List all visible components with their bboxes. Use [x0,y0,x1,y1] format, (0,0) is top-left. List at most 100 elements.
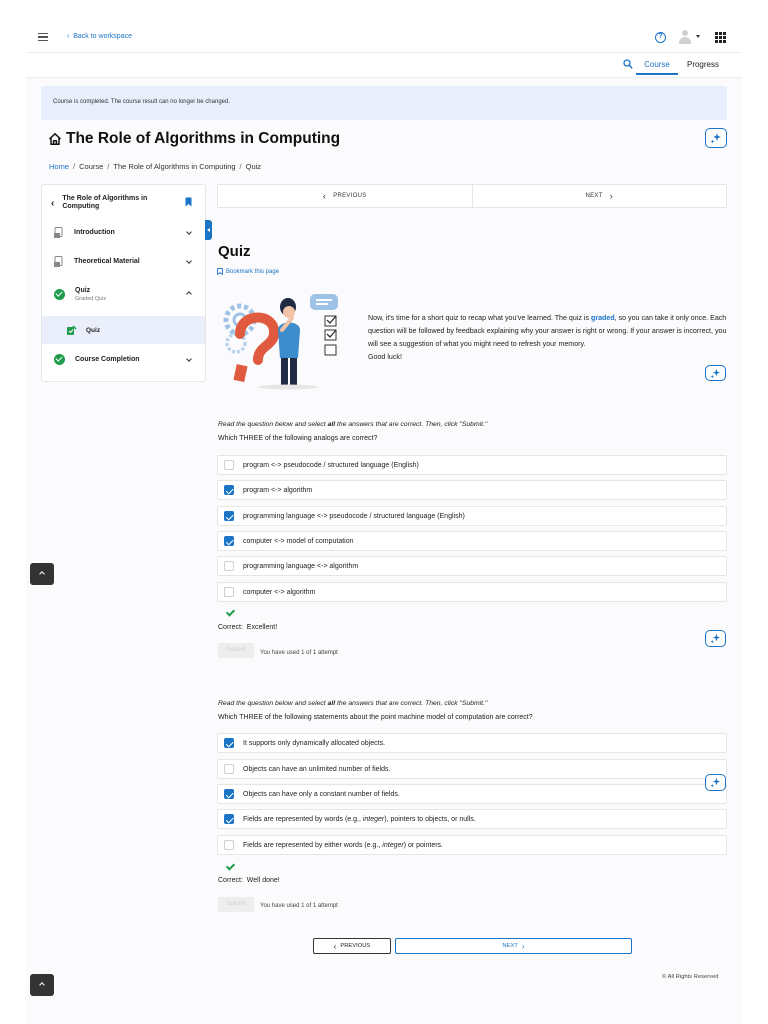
option-label: Fields are represented by words (e.g., i… [243,816,476,823]
tab-progress[interactable]: Progress [682,55,724,75]
sidebar-item-theoretical-material[interactable]: Theoretical Material [42,254,205,268]
menu-icon[interactable] [38,33,48,41]
question-1-feedback: Correct: Excellent! [218,624,277,631]
ai-assistant-button[interactable] [705,630,726,647]
checkbox[interactable] [224,764,234,774]
option-label-emphasis: integer [362,815,385,823]
bottom-next-button[interactable]: NEXT › [395,938,632,954]
sidebar-item-sublabel: Graded Quiz [75,295,107,302]
apps-grid-icon[interactable] [715,32,726,43]
scroll-to-top-button[interactable] [30,974,54,996]
option-label: Objects can have an unlimited number of … [243,765,391,773]
breadcrumb-separator: / [73,162,76,171]
ai-assistant-button[interactable] [705,774,726,791]
question-1-option[interactable]: programming language <-> pseudocode / st… [217,506,727,526]
user-avatar-icon[interactable] [678,30,692,44]
question-2-text: Which THREE of the following statements … [218,714,533,721]
sidebar-item-quiz[interactable]: Quiz Graded Quiz [42,283,205,305]
feedback-prefix: Correct: [218,624,243,631]
sidebar-item-label: Theoretical Material [74,257,140,265]
quiz-illustration [223,294,338,390]
sidebar-collapse-handle[interactable] [205,220,212,240]
checkbox-checked[interactable] [224,485,234,495]
bookmark-icon[interactable] [185,197,192,207]
checkbox[interactable] [224,587,234,597]
back-to-workspace-link[interactable]: ‹ Back to workspace [67,33,132,40]
tab-course[interactable]: Course [636,55,678,75]
question-1-option[interactable]: computer <-> algorithm [217,582,727,602]
option-label: computer <-> model of computation [243,537,354,545]
question-2-option[interactable]: Objects can have only a constant number … [217,784,727,804]
sidebar-item-course-completion[interactable]: Course Completion [42,352,205,366]
bookmark-page-link[interactable]: Bookmark this page [217,268,279,275]
checkbox[interactable] [224,561,234,571]
sidebar-header-title: The Role of Algorithms in Computing [62,195,148,210]
option-label-part: ) or pointers. [403,841,443,849]
checkbox-checked[interactable] [224,511,234,521]
sidebar-item-introduction[interactable]: Introduction [42,225,205,239]
option-label: program <-> pseudocode / structured lang… [243,461,419,469]
divider [26,52,742,53]
next-unit-button[interactable]: NEXT › [473,185,727,207]
footer-text: All Rights Reserved [667,974,719,980]
option-label: programming language <-> pseudocode / st… [243,512,465,520]
sidebar-subitem-quiz[interactable]: Quiz [42,316,205,344]
option-label-part: Fields are represented by either words (… [243,841,383,849]
question-1-instruction: Read the question below and select all t… [218,421,487,428]
caret-down-icon[interactable] [696,35,700,38]
chevron-right-icon: › [609,191,613,201]
chevron-left-icon: ‹ [67,33,70,40]
instruction-text: Read the question below and select [218,421,328,428]
question-1-submit-button[interactable]: Submit [218,643,254,658]
previous-unit-button[interactable]: ‹ PREVIOUS [218,185,473,207]
help-icon[interactable]: ? [655,32,666,43]
question-2-feedback: Correct: Well done! [218,877,280,884]
sidebar-header[interactable]: ‹ The Role of Algorithms in Computing [42,193,205,213]
completed-check-icon [54,353,65,365]
graded-emphasis: graded [591,314,615,322]
checkbox[interactable] [224,460,234,470]
chevron-down-icon [186,258,192,264]
checkbox-checked[interactable] [224,789,234,799]
breadcrumb-home[interactable]: Home [49,162,69,171]
checkbox[interactable] [224,840,234,850]
question-2-option[interactable]: Objects can have an unlimited number of … [217,759,727,779]
question-2-option[interactable]: Fields are represented by words (e.g., i… [217,809,727,829]
checkbox-checked[interactable] [224,536,234,546]
bookmark-label: Bookmark this page [226,268,280,275]
breadcrumb-separator: / [107,162,110,171]
option-label: Fields are represented by either words (… [243,842,443,849]
scroll-to-top-button[interactable] [30,563,54,585]
ai-assistant-button[interactable] [705,128,727,148]
sparkle-icon [710,133,721,144]
unit-navigation: ‹ PREVIOUS NEXT › [217,184,727,208]
footer: © All Rights Reserved [662,974,718,980]
question-2-instruction: Read the question below and select all t… [218,700,487,707]
page-title-text: The Role of Algorithms in Computing [66,130,341,147]
chevron-right-icon: › [521,941,525,951]
option-label-emphasis: integer [382,841,404,849]
chevron-left-icon: ‹ [322,191,327,201]
bottom-previous-button[interactable]: ‹ PREVIOUS [313,938,391,954]
breadcrumb-unit[interactable]: The Role of Algorithms in Computing [113,162,235,171]
question-2-attempts: You have used 1 of 1 attempt [260,903,338,909]
breadcrumb-course[interactable]: Course [79,162,103,171]
feedback-text: Excellent! [246,624,278,631]
previous-label: PREVIOUS [333,193,367,199]
instruction-text: Read the question below and select [218,700,328,707]
question-1-option[interactable]: computer <-> model of computation [217,531,727,551]
question-2-option[interactable]: Fields are represented by either words (… [217,835,727,855]
question-2-option[interactable]: It supports only dynamically allocated o… [217,733,727,753]
question-2-submit-button[interactable]: Submit [218,897,254,912]
question-1-option[interactable]: program <-> pseudocode / structured lang… [217,455,727,475]
instruction-text: the answers that are correct. Then, clic… [335,421,488,428]
chevron-left-icon[interactable]: ‹ [51,198,54,209]
ai-assistant-button[interactable] [705,365,726,381]
checkbox-checked[interactable] [224,738,234,748]
question-1-option[interactable]: programming language <-> algorithm [217,556,727,576]
question-1-option[interactable]: program <-> algorithm [217,480,727,500]
checkbox-checked[interactable] [224,814,234,824]
back-link-label: Back to workspace [73,33,132,40]
breadcrumb-current: Quiz [245,162,262,171]
search-icon[interactable] [623,59,633,69]
